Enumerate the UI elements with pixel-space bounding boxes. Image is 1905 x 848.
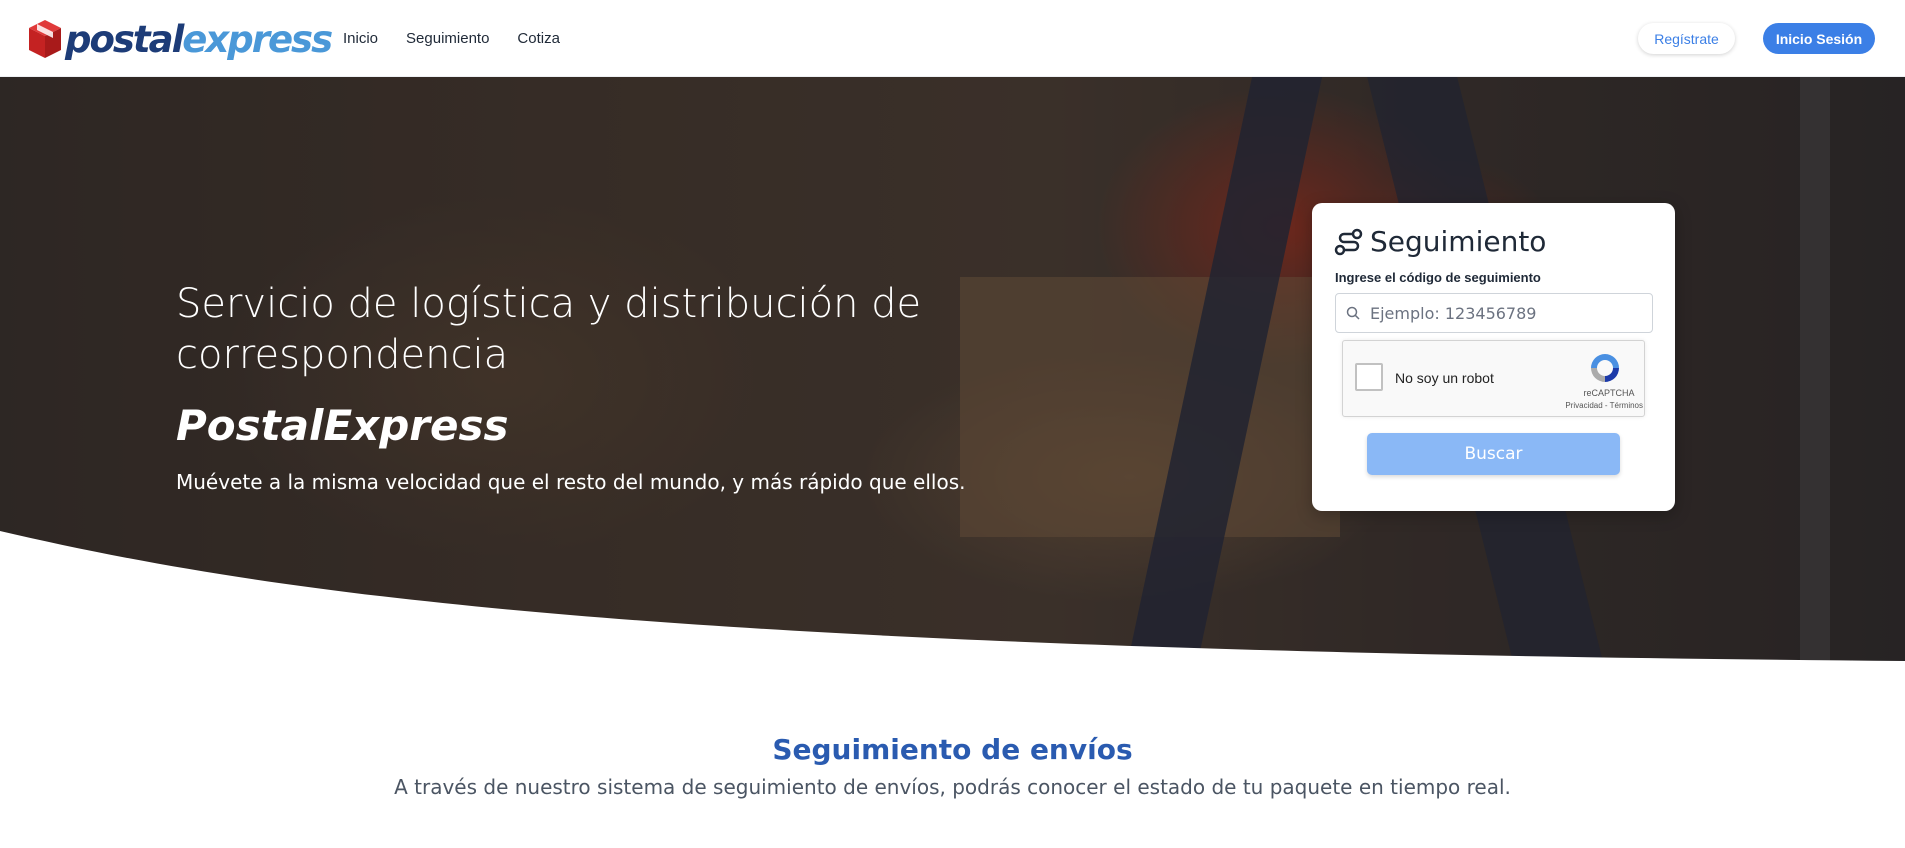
logo-text-postal: postal: [65, 17, 184, 61]
recaptcha-widget: No soy un robot reCAPTCHA Privacidad - T…: [1342, 340, 1645, 417]
hero-subtitle: Muévete a la misma velocidad que el rest…: [176, 470, 966, 494]
recaptcha-label: No soy un robot: [1395, 370, 1494, 386]
hero-curve-divider: [0, 531, 1905, 661]
tracking-code-input[interactable]: [1370, 294, 1650, 332]
recaptcha-brand: reCAPTCHA: [1583, 388, 1635, 398]
tracking-search-box: [1335, 293, 1653, 333]
top-navbar: postalexpress Inicio Seguimiento Cotiza …: [0, 0, 1905, 77]
section-title: Seguimiento de envíos: [772, 733, 1133, 766]
main-nav: Inicio Seguimiento Cotiza: [343, 0, 560, 77]
route-icon: [1334, 228, 1363, 255]
recaptcha-logo-icon: [1591, 354, 1619, 382]
login-button[interactable]: Inicio Sesión: [1763, 23, 1875, 54]
nav-link-seguimiento[interactable]: Seguimiento: [406, 30, 489, 47]
search-button[interactable]: Buscar: [1367, 433, 1620, 475]
search-icon: [1346, 306, 1360, 320]
tracking-code-label: Ingrese el código de seguimiento: [1335, 270, 1541, 285]
logo-text-express: express: [182, 17, 333, 61]
tracking-card-header: Seguimiento: [1334, 225, 1546, 258]
section-subtitle: A través de nuestro sistema de seguimien…: [394, 775, 1511, 799]
postalexpress-logo[interactable]: postalexpress: [27, 17, 333, 61]
tracking-card-title: Seguimiento: [1370, 225, 1547, 258]
hero-brand-name: PostalExpress: [176, 401, 509, 450]
hero-title: Servicio de logística y distribución de …: [176, 281, 922, 378]
nav-link-inicio[interactable]: Inicio: [343, 30, 378, 47]
tracking-card: Seguimiento Ingrese el código de seguimi…: [1312, 203, 1675, 511]
recaptcha-checkbox[interactable]: [1355, 363, 1383, 391]
recaptcha-links[interactable]: Privacidad - Términos: [1553, 401, 1643, 410]
package-box-icon: [29, 20, 61, 58]
register-button[interactable]: Regístrate: [1638, 23, 1735, 54]
nav-link-cotiza[interactable]: Cotiza: [517, 30, 560, 47]
